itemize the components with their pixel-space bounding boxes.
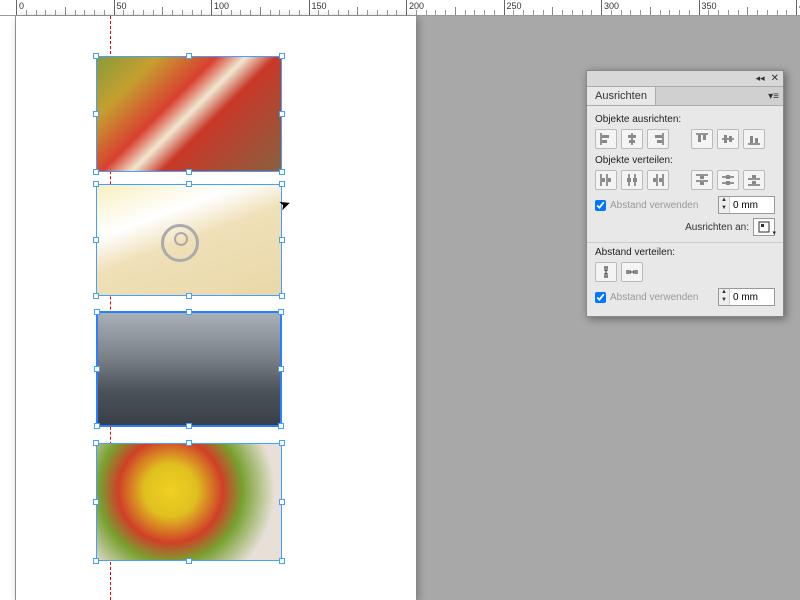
spacing-input-1[interactable] [730,200,774,211]
document-page[interactable] [16,16,416,600]
align-right-button[interactable] [647,129,669,149]
selection-handle-ne[interactable] [279,181,285,187]
ruler-vertical[interactable] [0,16,16,600]
spinner-up-icon[interactable]: ▲ [719,197,729,205]
align-left-button[interactable] [595,129,617,149]
selection-handle-nw[interactable] [93,53,99,59]
image-content [97,185,281,295]
use-spacing-row-1: Abstand verwenden ▲▼ [595,196,775,214]
ruler-horizontal[interactable] [0,0,800,16]
spinner-down-icon[interactable]: ▼ [719,205,729,213]
selection-handle-e[interactable] [279,237,285,243]
image-content [98,313,280,425]
selection-handle-s[interactable] [186,169,192,175]
selection-handle-sw[interactable] [93,293,99,299]
selection-handle-w[interactable] [94,366,100,372]
spacing-section-label: Abstand verteilen: [595,247,775,258]
selection-handle-se[interactable] [278,423,284,429]
collapse-icon[interactable]: ◂◂ [756,73,765,84]
selection-handle-s[interactable] [186,423,192,429]
selection-handle-sw[interactable] [93,558,99,564]
distribute-buttons-row [595,170,775,190]
align-buttons-row [595,129,775,149]
selection-handle-se[interactable] [279,558,285,564]
use-spacing-checkbox-2[interactable] [595,292,606,303]
selection-handle-n[interactable] [186,181,192,187]
selection-handle-s[interactable] [186,558,192,564]
selection-handle-e[interactable] [279,111,285,117]
tab-align[interactable]: Ausrichten [587,87,656,105]
selection-handle-n[interactable] [186,309,192,315]
use-spacing-checkbox-1[interactable] [595,200,606,211]
tab-label: Ausrichten [595,90,647,102]
selection-handle-ne[interactable] [278,309,284,315]
selection-handle-n[interactable] [186,440,192,446]
align-to-label: Ausrichten an: [685,222,749,233]
spacing-field-2[interactable]: ▲▼ [718,288,775,306]
selection-handle-nw[interactable] [93,181,99,187]
align-section-label: Objekte ausrichten: [595,114,775,125]
selection-handle-s[interactable] [186,293,192,299]
distribute-left-button[interactable] [595,170,617,190]
selection-handle-se[interactable] [279,293,285,299]
selection-handle-e[interactable] [278,366,284,372]
selection-handle-w[interactable] [93,499,99,505]
image-frame-apples[interactable] [96,56,282,172]
panel-menu-icon[interactable]: ▾≡ [764,91,783,102]
distribute-section-label: Objekte verteilen: [595,155,775,166]
close-icon[interactable]: ✕ [771,73,779,84]
align-top-button[interactable] [691,129,713,149]
panel-header[interactable]: ◂◂ ✕ [587,71,783,87]
image-content [97,57,281,171]
image-content [97,444,281,560]
spacing-field-1[interactable]: ▲▼ [718,196,775,214]
selection-handle-nw[interactable] [94,309,100,315]
align-to-dropdown[interactable] [753,218,775,236]
align-vcenter-button[interactable] [717,129,739,149]
selection-handle-se[interactable] [279,169,285,175]
spacing-input-2[interactable] [730,292,774,303]
distribute-right-button[interactable] [647,170,669,190]
image-frame-spa[interactable] [96,184,282,296]
distribute-bottom-button[interactable] [743,170,765,190]
selection-handle-sw[interactable] [93,169,99,175]
selection-handle-sw[interactable] [94,423,100,429]
distribute-vcenter-button[interactable] [717,170,739,190]
spacing-buttons-row [595,262,775,282]
selection-handle-w[interactable] [93,111,99,117]
distribute-hcenter-button[interactable] [621,170,643,190]
selection-handle-n[interactable] [186,53,192,59]
selection-handle-e[interactable] [279,499,285,505]
use-spacing-row-2: Abstand verwenden ▲▼ [595,288,775,306]
selection-handle-nw[interactable] [93,440,99,446]
use-spacing-label-1: Abstand verwenden [610,200,698,211]
align-hcenter-button[interactable] [621,129,643,149]
selection-handle-ne[interactable] [279,440,285,446]
align-bottom-button[interactable] [743,129,765,149]
align-to-row: Ausrichten an: [595,218,775,236]
image-frame-kid[interactable] [96,311,282,427]
selection-handle-ne[interactable] [279,53,285,59]
panel-body: Objekte ausrichten: Objekte verteilen: A… [587,106,783,316]
image-frame-food[interactable] [96,443,282,561]
selection-handle-w[interactable] [93,237,99,243]
use-spacing-label-2: Abstand verwenden [610,292,698,303]
distribute-top-button[interactable] [691,170,713,190]
distribute-hspacing-button[interactable] [621,262,643,282]
distribute-vspacing-button[interactable] [595,262,617,282]
panel-tabs: Ausrichten ▾≡ [587,87,783,106]
spinner-up-icon[interactable]: ▲ [719,289,729,297]
align-panel[interactable]: ◂◂ ✕ Ausrichten ▾≡ Objekte ausrichten: O… [586,70,784,317]
spinner-down-icon[interactable]: ▼ [719,297,729,305]
